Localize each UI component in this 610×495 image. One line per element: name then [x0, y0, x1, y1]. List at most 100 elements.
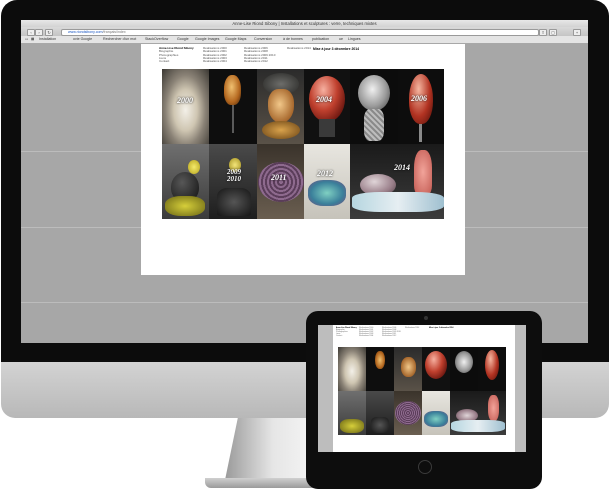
tablet-artwork-tile[interactable] [366, 347, 394, 391]
red-glass-head [485, 350, 499, 380]
tablet-artwork-tile[interactable] [450, 347, 478, 391]
mask-sculpture [375, 351, 385, 369]
tabs-icon: ▢ [551, 30, 555, 35]
tablet-artwork-tile[interactable] [450, 391, 506, 435]
reload-icon: ↻ [47, 30, 51, 35]
nav-column-years-c: Réalisations 2014 [287, 46, 311, 50]
share-button[interactable]: ⇪ [539, 29, 547, 36]
sculpture-stem [419, 124, 422, 142]
coiled-glass-sculpture [258, 162, 304, 202]
year-label: 2009 2010 [227, 168, 241, 183]
bookmark-item[interactable]: publication [312, 36, 329, 43]
bookmark-item[interactable]: ue [339, 36, 343, 43]
artwork-tile-2000[interactable]: 2000 [162, 69, 209, 144]
sculpture-stem [232, 105, 234, 133]
tablet-screen: Anne-Lise Riond Sibony Biographie Photog… [318, 325, 526, 452]
camera-icon [424, 316, 428, 320]
nav-link[interactable]: Réalisations 2014 [405, 327, 419, 329]
nav-link[interactable]: Réalisations 2014 [287, 46, 311, 50]
red-glass-sculpture [425, 351, 447, 379]
tablet-artwork-tile[interactable] [478, 347, 506, 391]
tablet-artwork-tile[interactable] [422, 347, 450, 391]
nav-link[interactable]: Contact [159, 59, 194, 63]
add-tab-button[interactable]: + [573, 29, 581, 36]
monitor-screen: Anne-Lise Riond Sibony | Installations e… [21, 20, 588, 343]
tablet-nav-column-years-c: Réalisations 2014 [405, 327, 419, 329]
url-path: /français/index [102, 29, 126, 34]
artwork-tile-2012[interactable]: 2012 [304, 144, 350, 219]
share-icon: ⇪ [541, 30, 545, 35]
nav-column-years-a: Réalisations 2000 Réalisations 2001 Réal… [203, 46, 227, 63]
plus-icon: + [575, 30, 579, 35]
sculpture-face [268, 89, 294, 123]
address-bar[interactable]: www.riondsibony.com/français/index [61, 28, 539, 36]
tablet-artwork-tile[interactable] [338, 347, 366, 391]
forward-button[interactable]: › [35, 29, 43, 36]
tablet-artwork-tile[interactable] [394, 391, 422, 435]
dark-glass-sculpture [217, 188, 251, 216]
back-arrow-icon: ‹ [30, 30, 32, 35]
nav-link[interactable]: Contact [336, 335, 357, 337]
coiled-glass-sculpture [395, 401, 421, 425]
artwork-tile-2005[interactable] [350, 69, 398, 144]
back-button[interactable]: ‹ [27, 29, 35, 36]
bookmark-item[interactable]: à de bonnes [283, 36, 303, 43]
tabs-button[interactable]: ▢ [549, 29, 557, 36]
nav-column-years-b: Réalisations 2006 Réalisations 2008 Réal… [244, 46, 275, 63]
year-label: 2012 [317, 169, 333, 178]
artwork-tile-2009-2010[interactable]: 2009 2010 [209, 144, 257, 219]
nav-link[interactable]: Réalisations 2004 [359, 335, 373, 337]
bookmark-item[interactable]: Google [177, 36, 189, 43]
tablet-nav-column-general: Anne-Lise Riond Sibony Biographie Photog… [336, 327, 357, 337]
nav-link[interactable]: Réalisations 2012 [244, 59, 275, 63]
website-page: Anne-Lise Riond Sibony Biographie Photog… [141, 44, 465, 275]
artwork-tile-2002[interactable] [257, 69, 304, 144]
artwork-tile-2011[interactable]: 2011 [257, 144, 304, 219]
year-label: 2004 [316, 95, 332, 104]
bookmark-item[interactable]: Google Images [195, 36, 219, 43]
tablet-nav-column-years-b: Réalisations 2006 Réalisations 2008 Réal… [382, 327, 401, 337]
window-title: Anne-Lise Riond Sibony | Installations e… [232, 21, 377, 26]
artwork-tile-2006[interactable]: 2006 [398, 69, 444, 144]
clear-glass-base [451, 420, 505, 432]
tablet-artwork-tile[interactable] [366, 391, 394, 435]
tablet-artwork-tile[interactable] [338, 391, 366, 435]
home-button[interactable] [418, 460, 432, 474]
tablet-artwork-tile[interactable] [394, 347, 422, 391]
nav-link[interactable]: Réalisations 2004 [203, 59, 227, 63]
bookmark-item[interactable]: ovie Google [73, 36, 92, 43]
nav-link[interactable]: Réalisations 2012 [382, 335, 401, 337]
year-label: 2014 [394, 163, 410, 172]
artwork-tile-2008[interactable] [162, 144, 209, 219]
yellow-glass-ball [188, 160, 200, 174]
browser-toolbar: ‹ › ↻ www.riondsibony.com/français/index… [21, 27, 588, 36]
bookmark-item[interactable]: Rechercher d'un mot [103, 36, 136, 43]
tablet-website-page: Anne-Lise Riond Sibony Biographie Photog… [333, 325, 515, 452]
yellow-glass-pile [165, 196, 205, 216]
sculpture-base [262, 121, 300, 139]
tablet-update-notice: Mise à jour 3 décembre 2014 [429, 327, 454, 329]
mesh-sculpture-neck [364, 109, 384, 141]
artwork-tile-2014[interactable]: 2014 [350, 144, 444, 219]
tablet-artwork-tile[interactable] [422, 391, 450, 435]
mask-sculpture [224, 75, 241, 105]
reading-list-icon[interactable]: ▭ [25, 36, 28, 43]
bookmark-item[interactable]: Installation [39, 36, 56, 43]
bookmark-item[interactable]: StackOverflow [145, 36, 168, 43]
top-sites-icon[interactable]: ▦ [31, 36, 34, 43]
forward-arrow-icon: › [38, 30, 40, 35]
bookmarks-bar: ▭ ▦ Installation ovie Google Rechercher … [21, 36, 588, 44]
clear-glass-base [352, 192, 444, 212]
nav-column-general: Anne-Lise Riond Sibony Biographie Photog… [159, 46, 194, 63]
bookmark-item[interactable]: Lingues [348, 36, 361, 43]
multicolor-glass-sculpture [308, 180, 346, 206]
sculpture-stand [319, 119, 335, 137]
multicolor-glass-sculpture [424, 411, 448, 427]
tablet-nav-column-years-a: Réalisations 2000 Réalisations 2001 Réal… [359, 327, 373, 337]
artwork-tile-2001[interactable] [209, 69, 257, 144]
artwork-tile-2004[interactable]: 2004 [304, 69, 350, 144]
yellow-glass-pile [340, 419, 364, 433]
bookmark-item[interactable]: Conversion [254, 36, 272, 43]
bookmark-item[interactable]: Google Maps [225, 36, 246, 43]
reload-button[interactable]: ↻ [45, 29, 53, 36]
